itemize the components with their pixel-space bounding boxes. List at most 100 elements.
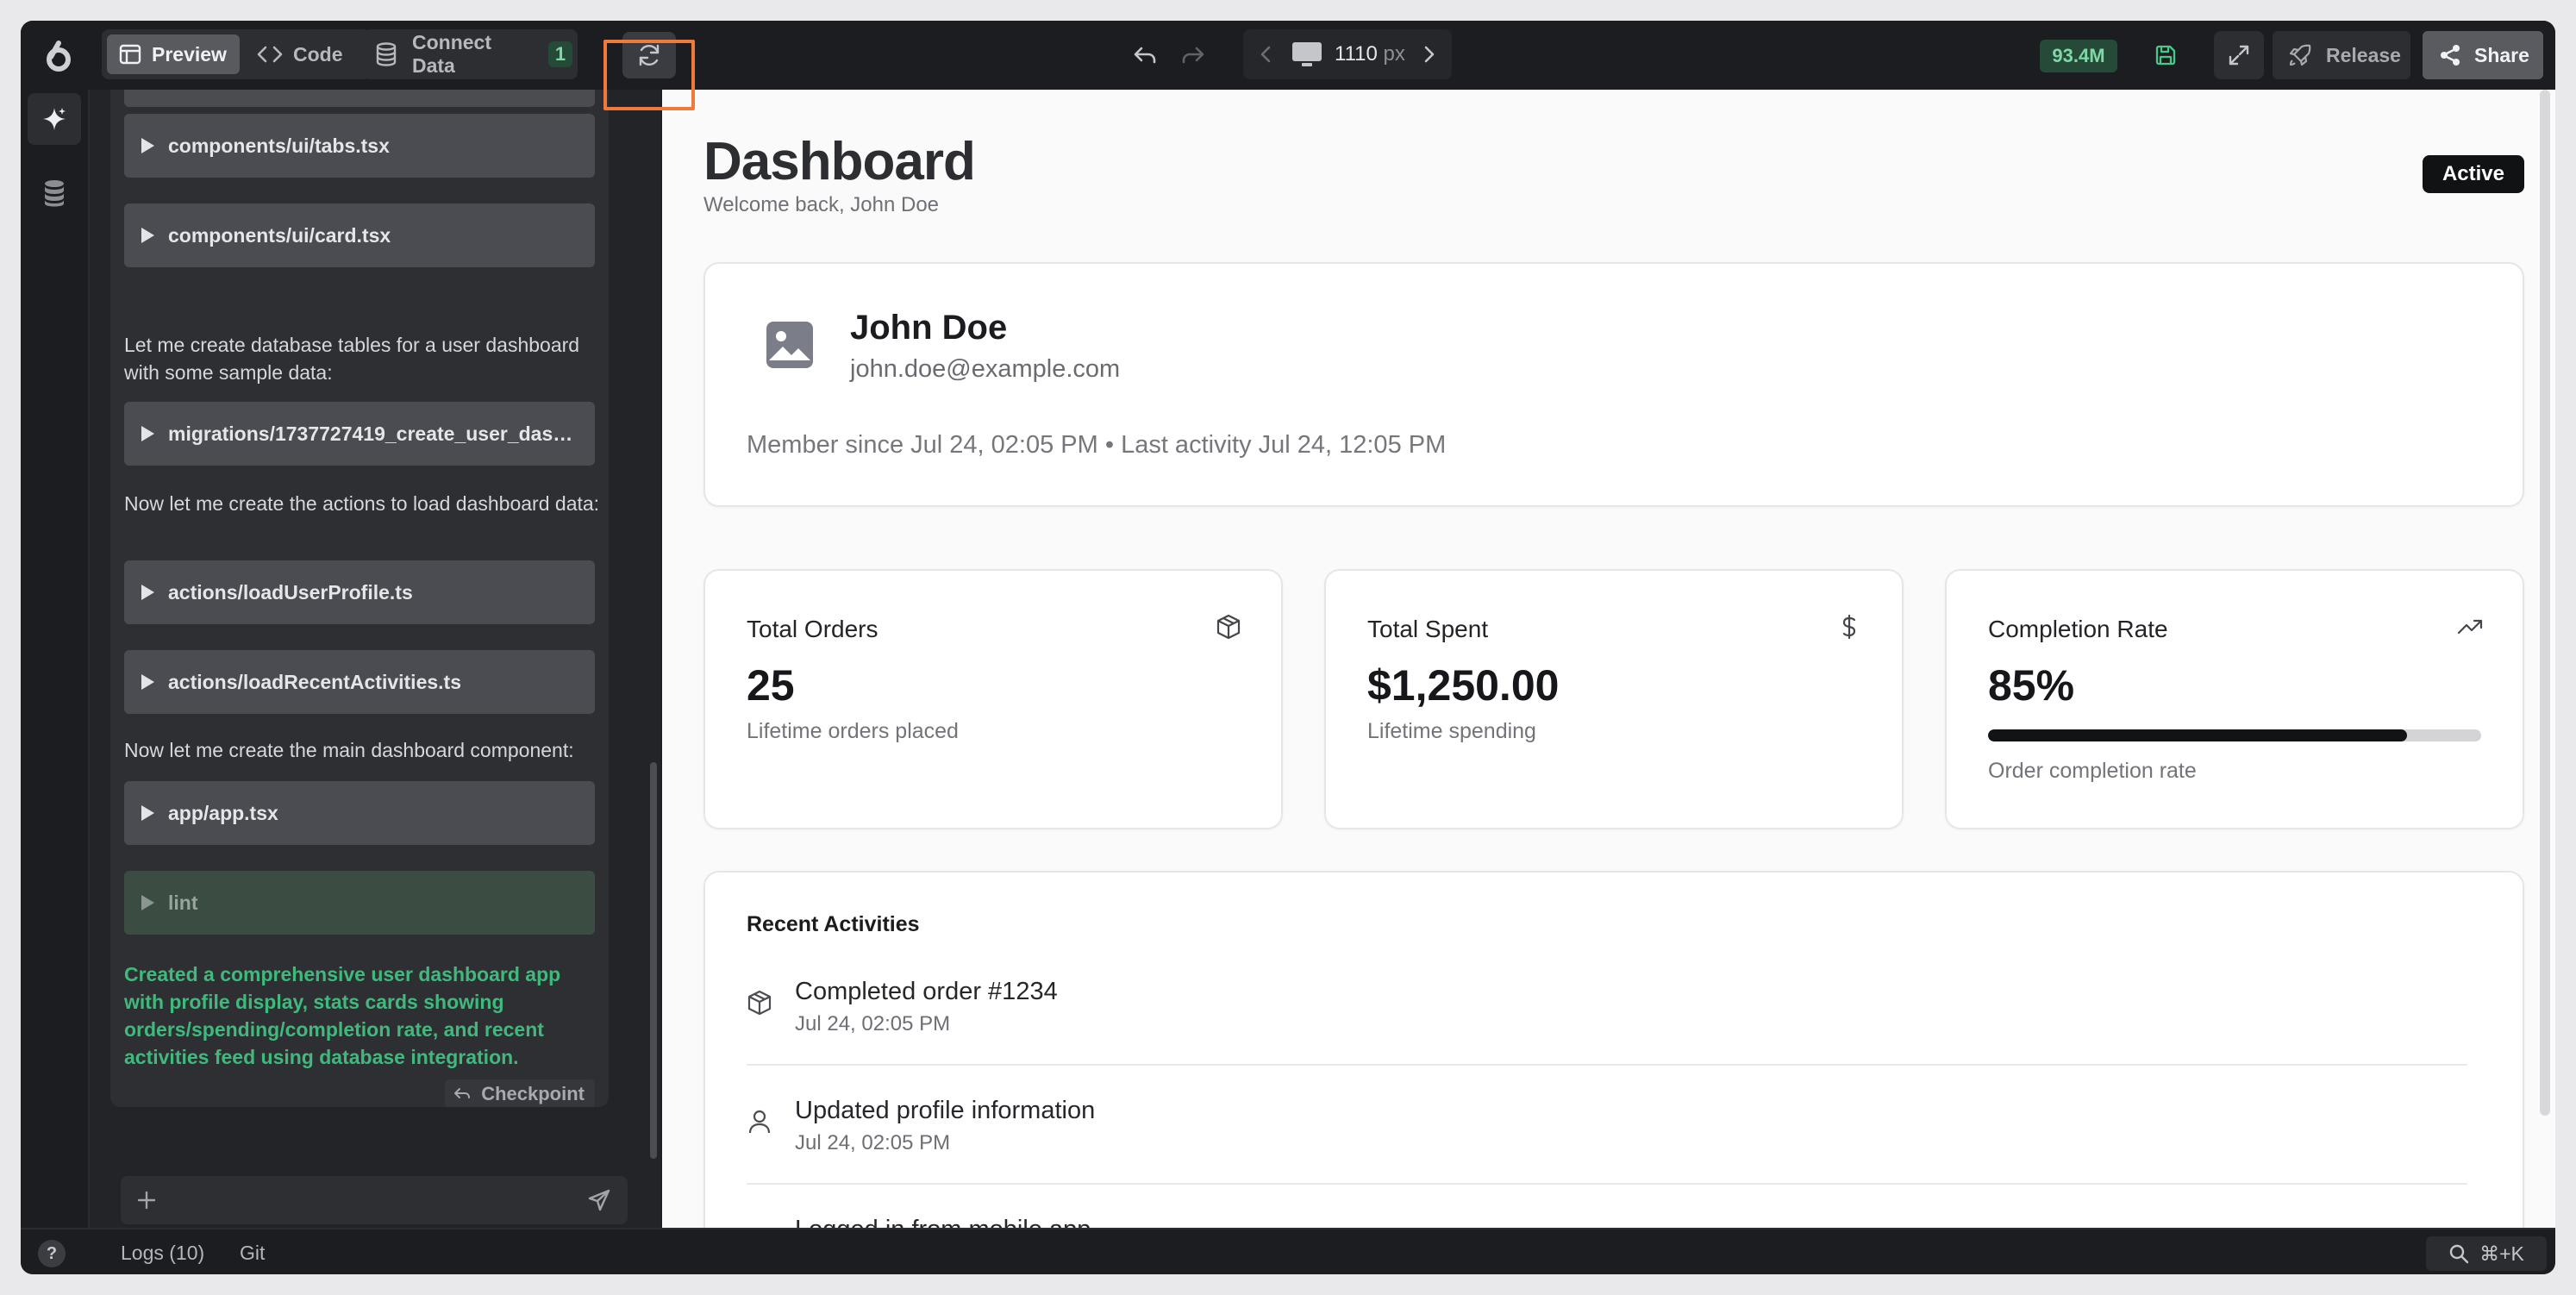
desktop-icon bbox=[1290, 41, 1324, 67]
preview-scrollbar[interactable] bbox=[2540, 90, 2550, 1116]
expand-triangle-icon bbox=[141, 585, 154, 600]
chat-panel: components/ui/tabs.tsx components/ui/car… bbox=[90, 90, 660, 1228]
release-button[interactable]: Release bbox=[2273, 31, 2410, 79]
expand-triangle-icon bbox=[141, 805, 154, 821]
stat-value: $1,250.00 bbox=[1367, 661, 1560, 710]
stat-title: Total Orders bbox=[747, 616, 878, 642]
code-tab[interactable]: Code bbox=[245, 34, 366, 74]
activity-title: Updated profile information bbox=[795, 1097, 1096, 1124]
redo-button[interactable] bbox=[1178, 40, 1209, 71]
recent-activities-card: Recent Activities Completed order #1234 … bbox=[703, 871, 2524, 1228]
release-label: Release bbox=[2326, 43, 2401, 66]
chat-message-card: components/ui/tabs.tsx components/ui/car… bbox=[110, 90, 609, 1107]
activity-date: Jul 24, 02:05 PM bbox=[795, 1012, 951, 1035]
preview-tab[interactable]: Preview bbox=[107, 34, 240, 74]
share-label: Share bbox=[2474, 43, 2529, 66]
logs-tab[interactable]: Logs (10) bbox=[121, 1242, 204, 1265]
preview-pane: Dashboard Welcome back, John Doe Active … bbox=[662, 90, 2555, 1228]
left-rail bbox=[21, 90, 90, 1228]
viewport-width-unit: px bbox=[1383, 42, 1405, 66]
layout-icon bbox=[119, 44, 141, 65]
fullscreen-button[interactable] bbox=[2214, 31, 2264, 79]
database-icon bbox=[376, 42, 397, 66]
file-pill[interactable]: actions/loadRecentActivities.ts bbox=[124, 650, 595, 714]
expand-triangle-icon bbox=[141, 895, 154, 910]
expand-triangle-icon bbox=[141, 674, 154, 690]
profile-meta: Member since Jul 24, 02:05 PM • Last act… bbox=[747, 431, 1447, 459]
stat-title: Total Spent bbox=[1367, 616, 1489, 642]
chat-summary-text: Created a comprehensive user dashboard a… bbox=[124, 963, 561, 1068]
chat-message-text: Now let me create the main dashboard com… bbox=[124, 739, 574, 761]
share-icon bbox=[2441, 45, 2460, 66]
command-search-button[interactable]: ⌘+K bbox=[2426, 1236, 2547, 1271]
profile-name: John Doe bbox=[850, 309, 1008, 347]
database-icon bbox=[45, 180, 64, 207]
stat-card-orders: Total Orders 25 Lifetime orders placed bbox=[703, 569, 1283, 829]
file-pill[interactable]: components/ui/card.tsx bbox=[124, 203, 595, 267]
share-button[interactable]: Share bbox=[2423, 31, 2543, 79]
file-pill[interactable]: actions/loadUserProfile.ts bbox=[124, 560, 595, 624]
view-toggle-group: Preview Code bbox=[102, 29, 371, 79]
activity-item[interactable]: Completed order #1234 Jul 24, 02:05 PM bbox=[747, 978, 2467, 1097]
chat-message-text: Now let me create the actions to load da… bbox=[124, 492, 600, 515]
save-button[interactable] bbox=[2148, 38, 2183, 72]
rail-database-button[interactable] bbox=[28, 167, 81, 219]
completion-progress-bar bbox=[1988, 729, 2481, 741]
undo-icon bbox=[454, 1088, 471, 1098]
connect-data-group: Connect Data 1 bbox=[364, 29, 578, 79]
file-pill-label: app/app.tsx bbox=[168, 801, 278, 824]
file-pill-label: migrations/1737727419_create_user_dashbo… bbox=[168, 422, 595, 445]
expand-triangle-icon bbox=[141, 228, 154, 243]
rail-ai-chat-button[interactable] bbox=[28, 93, 81, 145]
search-icon bbox=[2449, 1244, 2469, 1264]
send-button[interactable] bbox=[585, 1186, 614, 1214]
stat-value: 25 bbox=[747, 661, 795, 710]
profile-card: John Doe john.doe@example.com Member sin… bbox=[703, 262, 2524, 507]
add-attachment-button[interactable] bbox=[133, 1186, 160, 1214]
help-button[interactable]: ? bbox=[38, 1240, 66, 1267]
code-icon bbox=[257, 46, 283, 63]
undo-button[interactable] bbox=[1129, 40, 1160, 71]
token-usage-badge: 93.4M bbox=[2040, 40, 2117, 72]
git-tab[interactable]: Git bbox=[240, 1242, 265, 1265]
file-pill-label: actions/loadRecentActivities.ts bbox=[168, 670, 461, 693]
connect-data-button[interactable]: Connect Data 1 bbox=[376, 31, 572, 77]
top-toolbar: Preview Code Connect Data 1 1110 px 93.4… bbox=[21, 21, 2555, 90]
recent-activities-title: Recent Activities bbox=[747, 912, 920, 936]
viewport-prev-button[interactable] bbox=[1254, 41, 1278, 67]
chat-input[interactable] bbox=[121, 1176, 628, 1224]
activity-item[interactable]: Updated profile information Jul 24, 02:0… bbox=[747, 1097, 2467, 1216]
avatar bbox=[764, 319, 816, 371]
chat-message-text: Let me create database tables for a user… bbox=[124, 334, 580, 384]
expand-icon bbox=[2229, 45, 2249, 66]
file-pill-label: lint bbox=[168, 891, 198, 914]
activity-item[interactable]: Logged in from mobile app bbox=[747, 1216, 2467, 1228]
refresh-button[interactable] bbox=[603, 29, 695, 81]
file-pill[interactable]: app/app.tsx bbox=[124, 781, 595, 845]
package-icon bbox=[747, 990, 772, 1016]
checkpoint-button[interactable]: Checkpoint bbox=[445, 1079, 595, 1107]
welcome-text: Welcome back, John Doe bbox=[703, 193, 940, 216]
rocket-icon bbox=[2289, 44, 2311, 66]
file-pill[interactable]: components/ui/tabs.tsx bbox=[124, 114, 595, 178]
chat-scrollbar[interactable] bbox=[650, 762, 657, 1159]
image-placeholder-icon bbox=[766, 322, 813, 368]
connect-data-label: Connect Data bbox=[412, 31, 491, 77]
stat-card-completion: Completion Rate 85% Order completion rat… bbox=[1945, 569, 2524, 829]
logo-icon[interactable] bbox=[40, 36, 78, 74]
save-icon bbox=[2155, 45, 2176, 66]
chevron-left-icon bbox=[1260, 46, 1271, 63]
stat-value: 85% bbox=[1988, 661, 2075, 710]
file-pill[interactable]: migrations/1737727419_create_user_dashbo… bbox=[124, 402, 595, 466]
stat-caption: Order completion rate bbox=[1988, 759, 2197, 783]
refresh-icon bbox=[639, 44, 660, 66]
dollar-icon bbox=[1836, 614, 1862, 640]
package-icon bbox=[1216, 614, 1241, 640]
divider bbox=[747, 1183, 2467, 1185]
viewport-width-readout[interactable]: 1110 px bbox=[1335, 42, 1405, 66]
file-pill-partial[interactable] bbox=[124, 90, 595, 107]
stat-card-spent: Total Spent $1,250.00 Lifetime spending bbox=[1324, 569, 1904, 829]
viewport-next-button[interactable] bbox=[1417, 41, 1441, 67]
file-pill-label: actions/loadUserProfile.ts bbox=[168, 580, 413, 604]
lint-pill[interactable]: lint bbox=[124, 871, 595, 935]
